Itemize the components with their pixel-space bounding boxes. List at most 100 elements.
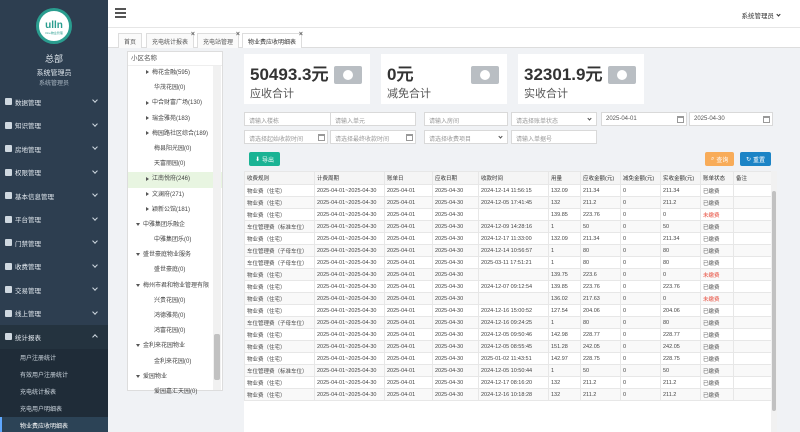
tree-node[interactable]: 兴贵花园(0) [128, 294, 222, 309]
table-row[interactable]: 物业费（住宅） 2025-04-01~2025-04-30 2025-04-01 20… [244, 292, 771, 305]
unit-input[interactable]: 请输入单元 [330, 112, 416, 126]
tree-node[interactable]: 颖新公馆(181) [128, 203, 222, 218]
caret-down-icon[interactable] [136, 374, 140, 378]
reset-button[interactable]: ↻ 重置 [740, 152, 772, 166]
user-dropdown[interactable]: 系统管理员 [742, 10, 781, 20]
caret-right-icon[interactable] [146, 115, 149, 120]
scrollbar-thumb[interactable] [772, 191, 776, 411]
tree-node[interactable]: 中合财富广场(130) [128, 96, 222, 111]
tree-node[interactable]: 盛世豪庭物业服务 [128, 248, 222, 263]
caret-down-icon[interactable] [136, 283, 140, 287]
sidebar-item-5[interactable]: 平台管理 [0, 208, 108, 232]
query-button[interactable]: ⌕ 查询 [705, 152, 735, 166]
tree-node[interactable]: 中雅集团乐(0) [128, 233, 222, 248]
card-label: 应收合计 [250, 88, 294, 100]
close-icon[interactable]: × [299, 31, 303, 38]
sidebar-item-2[interactable]: 房地管理 [0, 137, 108, 161]
caret-down-icon[interactable] [136, 344, 140, 348]
tree-node[interactable]: 爱园嘉汇天园(0) [128, 385, 222, 400]
submenu-item-2[interactable]: 充电统计报表 [0, 383, 108, 400]
close-icon[interactable]: × [191, 31, 195, 38]
receive-from-input[interactable]: 请选择起始收款时间 [244, 130, 328, 144]
table-row[interactable]: 物业费（住宅） 2025-04-01~2025-04-30 2025-04-01 20… [244, 268, 771, 281]
tab-home[interactable]: 首页 [118, 33, 143, 48]
table-cell: 228.75 [660, 352, 701, 365]
tree-node[interactable]: 江南悦府(246) [128, 172, 222, 188]
tree-node[interactable]: 瑞金雅苑(183) [128, 112, 222, 127]
tree-node[interactable]: 梅园路社区综合(189) [128, 127, 222, 142]
date-from-input[interactable]: 2025-04-01 [601, 112, 687, 126]
table-row[interactable]: 物业费（住宅） 2025-04-01~2025-04-30 2025-04-01 20… [244, 376, 771, 389]
sidebar-item-3[interactable]: 权限管理 [0, 161, 108, 185]
receive-to-input[interactable]: 请选择最终收款时间 [330, 130, 416, 144]
export-button[interactable]: ⬇ 导出 [249, 152, 281, 166]
sidebar-item-4[interactable]: 基本信息管理 [0, 184, 108, 208]
sidebar-item-1[interactable]: 知识管理 [0, 114, 108, 138]
caret-right-icon[interactable] [146, 131, 149, 136]
fee-item-select[interactable]: 请选择收费项目 [424, 130, 508, 144]
submenu-item-0[interactable]: 用户注册统计 [0, 349, 108, 366]
caret-right-icon[interactable] [146, 70, 149, 75]
sidebar-item-9[interactable]: 线上管理 [0, 302, 108, 326]
scrollbar-thumb[interactable] [214, 334, 220, 380]
table-row[interactable]: 物业费（住宅） 2025-04-01~2025-04-30 2025-04-01 20… [244, 352, 771, 365]
caret-right-icon[interactable] [146, 176, 149, 181]
caret-down-icon[interactable] [136, 253, 140, 257]
submenu-item-4[interactable]: 物业费应收明细表 [0, 416, 108, 432]
room-input[interactable]: 请输入房间 [424, 112, 508, 126]
table-row[interactable]: 物业费（住宅） 2025-04-01~2025-04-30 2025-04-01 20… [244, 328, 771, 341]
tree-node[interactable]: 梅县阳光园(0) [128, 142, 222, 157]
sidebar-item-7[interactable]: 收费管理 [0, 255, 108, 279]
table-row[interactable]: 车位管理费（子母车位） 2025-04-01~2025-04-30 2025-04-… [244, 316, 771, 329]
table-row[interactable]: 物业费（住宅） 2025-04-01~2025-04-30 2025-04-01 20… [244, 340, 771, 353]
tab-property-fee-receivable[interactable]: 物业费应收明细表 × [242, 31, 303, 48]
tree-scrollbar[interactable] [213, 66, 221, 390]
tree-node[interactable]: 梅花金融(595) [128, 66, 222, 81]
table-row[interactable]: 物业费（住宅） 2025-04-01~2025-04-30 2025-04-01 20… [244, 196, 771, 209]
table-row[interactable]: 车位管理费（标准车位） 2025-04-01~2025-04-30 2025-04-… [244, 220, 771, 233]
tab-charging-station[interactable]: 充电站管理 × [197, 31, 240, 48]
tree-node[interactable]: 爱园物业 [128, 370, 222, 385]
table-cell: 1 [548, 244, 581, 257]
table-row[interactable]: 车位管理费（子母车位） 2025-04-01~2025-04-30 2025-04-… [244, 244, 771, 257]
table-body: 物业费（住宅） 2025-04-01~2025-04-30 2025-04-01 20… [244, 184, 771, 401]
caret-right-icon[interactable] [146, 100, 149, 105]
bill-status-select[interactable]: 请选择账单状态 [511, 112, 597, 126]
tree-node[interactable]: 金利来花园物业 [128, 339, 222, 354]
tree-node[interactable]: 盛世豪庭(0) [128, 263, 222, 278]
table-scrollbar[interactable] [771, 171, 777, 432]
caret-down-icon[interactable] [136, 222, 140, 226]
tree-node[interactable]: 梅州市君和物业管理有限 [128, 279, 222, 294]
close-icon[interactable]: × [236, 31, 240, 38]
tree-node[interactable]: 鸿德雅苑(0) [128, 309, 222, 324]
tree-node[interactable]: 金利来花园(0) [128, 355, 222, 370]
caret-right-icon[interactable] [146, 207, 149, 212]
submenu-item-3[interactable]: 充电用户明细表 [0, 400, 108, 417]
caret-right-icon[interactable] [146, 191, 149, 196]
sidebar-item-8[interactable]: 交易管理 [0, 278, 108, 302]
tree-node[interactable]: 华茂花园(0) [128, 81, 222, 96]
table-row[interactable]: 物业费（住宅） 2025-04-01~2025-04-30 2025-04-01 20… [244, 208, 771, 221]
table-row[interactable]: 物业费（住宅） 2025-04-01~2025-04-30 2025-04-01 20… [244, 280, 771, 293]
table-row[interactable]: 车位管理费（标准车位） 2025-04-01~2025-04-30 2025-04-… [244, 364, 771, 377]
tab-charging-stats[interactable]: 充电统计报表 × [146, 31, 195, 48]
tree-node[interactable]: 天富丽园(0) [128, 157, 222, 172]
sidebar-item-6[interactable]: 门禁管理 [0, 231, 108, 255]
submenu-item-1[interactable]: 有效用户注册统计 [0, 366, 108, 383]
date-to-input[interactable]: 2025-04-30 [689, 112, 773, 126]
table-cell: 2025-04-01 [384, 196, 433, 209]
sidebar-item-10[interactable]: 统计报表 [0, 325, 108, 349]
table-row[interactable]: 物业费（住宅） 2025-04-01~2025-04-30 2025-04-01 20… [244, 388, 771, 401]
tree-node[interactable]: 中雅集团乐融企 [128, 218, 222, 233]
sidebar-item-0[interactable]: 数据管理 [0, 90, 108, 114]
chevron-icon [92, 308, 98, 315]
table-row[interactable]: 物业费（住宅） 2025-04-01~2025-04-30 2025-04-01 20… [244, 184, 771, 197]
table-row[interactable]: 物业费（住宅） 2025-04-01~2025-04-30 2025-04-01 20… [244, 304, 771, 317]
tree-node[interactable]: 鸿富花园(0) [128, 324, 222, 339]
table-row[interactable]: 物业费（住宅） 2025-04-01~2025-04-30 2025-04-01 20… [244, 232, 771, 245]
hamburger-menu-icon[interactable] [115, 8, 126, 18]
table-row[interactable]: 车位管理费（子母车位） 2025-04-01~2025-04-30 2025-04-… [244, 256, 771, 269]
table-cell [733, 340, 771, 353]
bill-number-input[interactable]: 请输入单据号 [511, 130, 597, 144]
tree-node[interactable]: 文澜府(271) [128, 188, 222, 203]
